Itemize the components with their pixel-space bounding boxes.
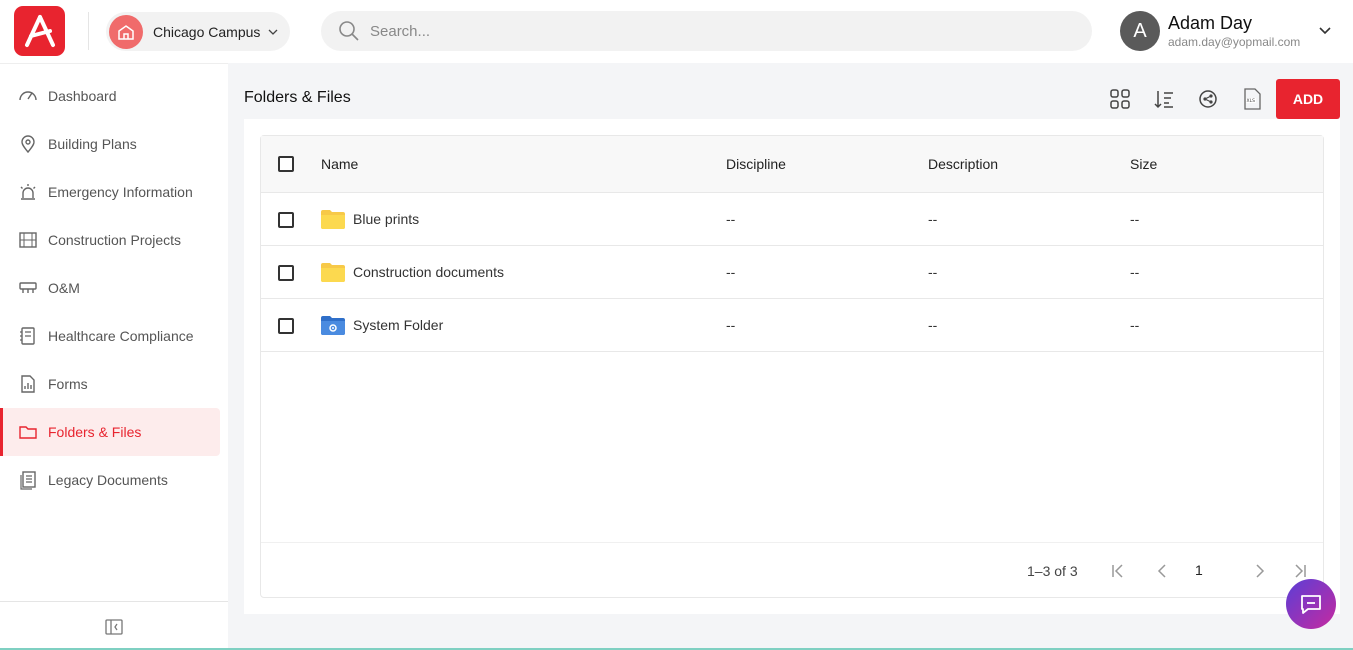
- last-page-button[interactable]: [1291, 562, 1309, 580]
- files-card: Name Discipline Description Size Blue pr…: [244, 119, 1340, 614]
- sidebar-item-emergency-information[interactable]: Emergency Information: [0, 168, 220, 216]
- alarm-light-icon: [18, 182, 38, 202]
- campus-selector[interactable]: Chicago Campus: [106, 12, 290, 51]
- sort-button[interactable]: [1152, 87, 1176, 111]
- folder-icon: [321, 210, 345, 229]
- share-circle-icon: [1199, 90, 1217, 108]
- next-page-button[interactable]: [1251, 562, 1269, 580]
- system-folder-icon: [321, 316, 345, 335]
- collapse-sidebar-icon[interactable]: [105, 618, 123, 635]
- table-row[interactable]: Blue prints -- -- --: [261, 193, 1323, 246]
- sidebar-item-label: Dashboard: [48, 88, 117, 104]
- search-bar: [321, 11, 1092, 51]
- share-button[interactable]: [1196, 87, 1220, 111]
- sidebar-item-label: Legacy Documents: [48, 472, 168, 488]
- sidebar-item-forms[interactable]: Forms: [0, 360, 220, 408]
- table-row[interactable]: Construction documents -- -- --: [261, 246, 1323, 299]
- add-button[interactable]: ADD: [1276, 79, 1340, 119]
- operations-icon: [18, 278, 38, 298]
- user-menu[interactable]: A Adam Day adam.day@yopmail.com: [1120, 8, 1340, 54]
- grid-view-button[interactable]: [1108, 87, 1132, 111]
- sidebar-item-legacy-documents[interactable]: Legacy Documents: [0, 456, 220, 504]
- sidebar-item-label: Healthcare Compliance: [48, 328, 194, 344]
- column-header-name[interactable]: Name: [321, 156, 358, 172]
- app-logo[interactable]: [14, 6, 65, 56]
- user-name: Adam Day: [1168, 13, 1253, 33]
- sidebar-item-om[interactable]: O&M: [0, 264, 220, 312]
- documents-icon: [18, 470, 38, 490]
- row-size: --: [1130, 317, 1140, 333]
- page-title: Folders & Files: [244, 89, 351, 106]
- sort-icon: [1154, 91, 1173, 109]
- column-header-size[interactable]: Size: [1130, 156, 1157, 172]
- row-discipline: --: [726, 317, 736, 333]
- first-page-button[interactable]: [1109, 562, 1127, 580]
- campus-building-icon: [109, 14, 143, 49]
- row-size: --: [1130, 211, 1140, 227]
- row-checkbox[interactable]: [278, 318, 294, 334]
- header-divider: [88, 12, 89, 50]
- sidebar-item-label: Forms: [48, 376, 88, 392]
- grid-icon: [1110, 89, 1130, 109]
- sidebar-item-dashboard[interactable]: Dashboard: [0, 72, 220, 120]
- first-page-icon: [1112, 564, 1123, 578]
- sidebar-item-label: Emergency Information: [48, 184, 193, 200]
- sidebar-item-healthcare-compliance[interactable]: Healthcare Compliance: [0, 312, 220, 360]
- row-description: --: [928, 211, 938, 227]
- row-discipline: --: [726, 211, 736, 227]
- row-checkbox[interactable]: [278, 265, 294, 281]
- current-page[interactable]: 1: [1195, 562, 1203, 578]
- row-description: --: [928, 264, 938, 280]
- previous-page-button[interactable]: [1153, 562, 1171, 580]
- search-input[interactable]: [370, 22, 1050, 40]
- files-table: Name Discipline Description Size Blue pr…: [260, 135, 1324, 598]
- row-name[interactable]: Blue prints: [353, 211, 419, 227]
- sidebar-footer: [0, 601, 228, 650]
- column-header-discipline[interactable]: Discipline: [726, 156, 786, 172]
- chat-icon: [1301, 595, 1321, 614]
- top-header: Chicago Campus A Adam Day adam.day@yopma…: [0, 0, 1353, 63]
- sidebar-item-label: Construction Projects: [48, 232, 182, 248]
- chat-button[interactable]: [1286, 579, 1336, 629]
- row-checkbox[interactable]: [278, 212, 294, 228]
- pagination: 1–3 of 3 1: [261, 542, 1323, 598]
- folder-icon: [321, 263, 345, 282]
- avatar: A: [1120, 11, 1160, 51]
- chevron-right-icon: [1256, 564, 1265, 578]
- export-xls-button[interactable]: XLS: [1240, 87, 1264, 111]
- search-icon: [339, 21, 359, 41]
- construction-icon: [18, 230, 38, 250]
- table-header: Name Discipline Description Size: [261, 136, 1323, 193]
- select-all-checkbox[interactable]: [278, 156, 294, 172]
- row-name[interactable]: Construction documents: [353, 264, 504, 280]
- row-description: --: [928, 317, 938, 333]
- sidebar-item-building-plans[interactable]: Building Plans: [0, 120, 220, 168]
- sidebar-item-label: Folders & Files: [48, 424, 142, 440]
- campus-label: Chicago Campus: [153, 23, 261, 40]
- row-discipline: --: [726, 264, 736, 280]
- chevron-down-icon: [1319, 27, 1331, 35]
- pagination-range: 1–3 of 3: [1027, 563, 1078, 579]
- sidebar-item-folders-files[interactable]: Folders & Files: [0, 408, 220, 456]
- table-row[interactable]: System Folder -- -- --: [261, 299, 1323, 352]
- last-page-icon: [1295, 564, 1306, 578]
- sidebar-item-label: O&M: [48, 280, 80, 296]
- logo-mark-icon: [24, 15, 55, 47]
- column-header-description[interactable]: Description: [928, 156, 998, 172]
- row-name[interactable]: System Folder: [353, 317, 443, 333]
- gauge-icon: [18, 86, 38, 106]
- sidebar: Dashboard Building Plans Emergency Infor…: [0, 63, 228, 650]
- map-pin-icon: [18, 134, 38, 154]
- row-size: --: [1130, 264, 1140, 280]
- svg-text:XLS: XLS: [1247, 98, 1256, 104]
- chevron-down-icon: [268, 27, 278, 37]
- sidebar-item-label: Building Plans: [48, 136, 137, 152]
- notebook-icon: [18, 326, 38, 346]
- chevron-left-icon: [1157, 564, 1166, 578]
- user-email: adam.day@yopmail.com: [1168, 35, 1301, 49]
- form-chart-icon: [18, 374, 38, 394]
- folder-icon: [18, 422, 38, 442]
- sidebar-item-construction-projects[interactable]: Construction Projects: [0, 216, 220, 264]
- xls-file-icon: XLS: [1244, 88, 1261, 110]
